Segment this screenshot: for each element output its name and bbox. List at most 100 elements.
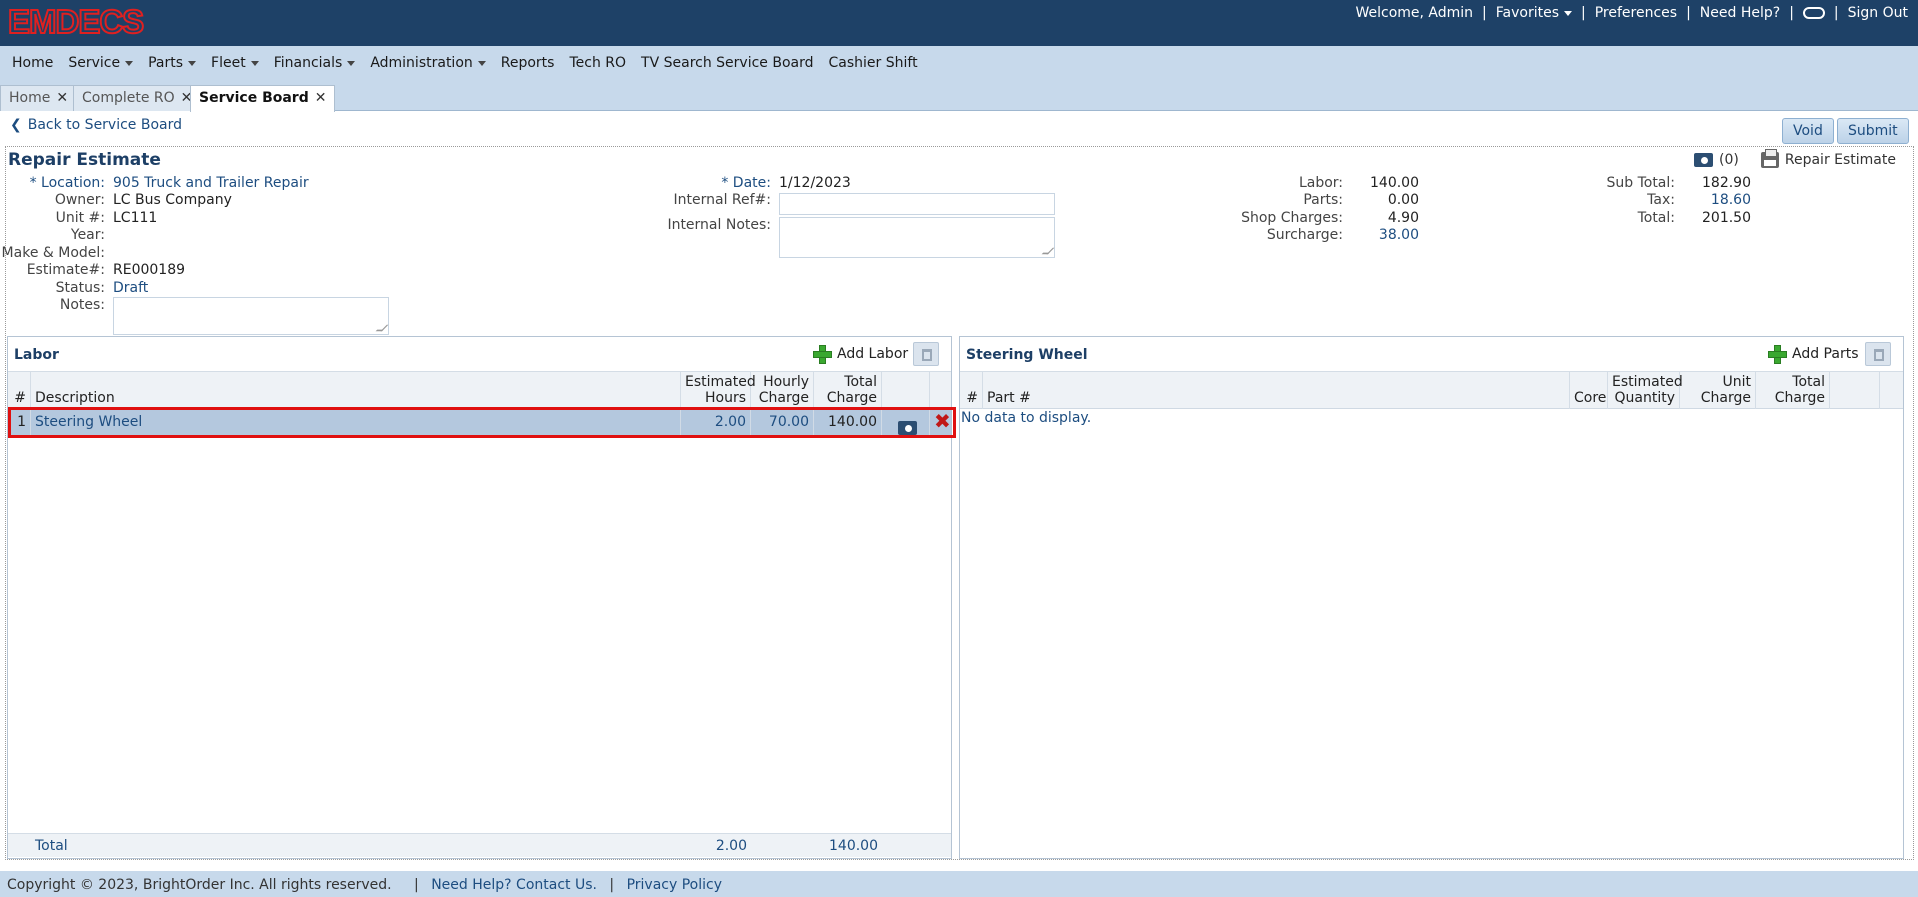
nav-item-service[interactable]: Service [68,55,134,71]
col-core[interactable]: Core [1570,372,1608,409]
top-links: Welcome, Admin | Favorites | Preferences… [1355,5,1908,21]
notes-label: Notes: [59,297,105,313]
nav-item-home[interactable]: Home [12,55,53,71]
plus-icon [1768,345,1787,364]
footer: Copyright © 2023, BrightOrder Inc. All r… [0,871,1918,897]
tab-home[interactable]: Home ✕ [0,85,78,111]
labor-total-row: Total 2.00 140.00 [8,833,951,857]
status-indicator-icon[interactable] [1802,7,1825,19]
void-button[interactable]: Void [1782,118,1834,144]
welcome-text: Welcome, Admin [1355,5,1474,21]
col-total-charge[interactable]: Total Charge [814,372,882,409]
total-label: Total: [1637,210,1675,226]
col-num: # [960,372,983,409]
nav-item-tech-ro[interactable]: Tech RO [569,55,626,71]
tax-label: Tax: [1647,192,1675,208]
print-icon[interactable] [1760,149,1779,168]
col-description[interactable]: Description [31,372,681,409]
internal-ref-label: Internal Ref#: [673,192,772,208]
nav-item-cashier-shift[interactable]: Cashier Shift [829,55,918,71]
shop-charges-value: 4.90 [1387,210,1419,226]
col-estimated-hours[interactable]: Estimated Hours [681,372,756,409]
chevron-down-icon [347,60,356,66]
surcharge-value[interactable]: 38.00 [1379,227,1419,243]
copyright-text: Copyright © 2023, BrightOrder Inc. All r… [7,877,392,893]
plus-icon [813,345,832,364]
add-parts-button[interactable]: Add Parts [1768,345,1859,364]
status-value: Draft [113,280,149,296]
col-unit-charge[interactable]: Unit Charge [1680,372,1756,409]
date-value: 1/12/2023 [779,175,851,191]
favorites-menu[interactable]: Favorites [1496,5,1573,21]
header-tools: (0) Repair Estimate [1694,149,1896,168]
owner-label: Owner: [54,192,105,208]
nav-item-administration[interactable]: Administration [370,55,486,71]
parts-grid-header: # Part # Core Estimated Quantity Unit Char… [960,371,1903,409]
tax-value[interactable]: 18.60 [1711,192,1751,208]
total-hours: 2.00 [715,838,747,854]
close-icon[interactable]: ✕ [315,90,327,106]
nav-item-tv-search-service-board[interactable]: TV Search Service Board [641,55,813,71]
labor-summary-value: 140.00 [1370,175,1419,191]
notes-field[interactable] [113,297,389,335]
unit-label: Unit #: [55,210,105,226]
selection-highlight [8,407,956,438]
tab-service-board[interactable]: Service Board ✕ [190,85,336,112]
labor-grid-header: # Description Estimated Hours Hourly Charg… [8,371,951,409]
parts-panel-title: Steering Wheel [966,347,1088,363]
col-estimated-quantity[interactable]: Estimated Quantity [1608,372,1683,409]
col-num: # [8,372,31,409]
total-charge: 140.00 [829,838,878,854]
nav-item-financials[interactable]: Financials [274,55,356,71]
delete-labor-button[interactable] [913,342,939,366]
add-labor-button[interactable]: Add Labor [813,345,908,364]
delete-parts-button[interactable] [1865,342,1891,366]
top-header-bar: EMDECS Welcome, Admin | Favorites | Pref… [0,0,1918,46]
location-value[interactable]: 905 Truck and Trailer Repair [113,175,309,191]
subtotal-value: 182.90 [1702,175,1751,191]
contact-us-link[interactable]: Need Help? Contact Us. [431,877,597,893]
submit-button[interactable]: Submit [1837,118,1909,144]
labor-summary-label: Labor: [1298,175,1343,191]
tab-complete-ro[interactable]: Complete RO ✕ [73,85,202,111]
estimate-number-label: Estimate#: [26,262,105,278]
internal-ref-input[interactable] [779,193,1055,215]
col-part-number[interactable]: Part # [983,372,1570,409]
chevron-down-icon [477,60,486,66]
nav-item-parts[interactable]: Parts [148,55,197,71]
back-to-service-board-link[interactable]: ❮ Back to Service Board [10,117,182,133]
estimate-number-value: RE000189 [113,262,186,278]
internal-notes-field[interactable] [779,217,1055,258]
close-icon[interactable]: ✕ [56,90,68,106]
preferences-link[interactable]: Preferences [1595,5,1677,21]
app-logo: EMDECS [7,3,145,41]
total-row-label: Total [35,838,68,854]
print-estimate-link[interactable]: Repair Estimate [1785,152,1896,168]
total-value: 201.50 [1702,210,1751,226]
nav-item-fleet[interactable]: Fleet [211,55,259,71]
tab-strip: Home ✕ Complete RO ✕ Service Board ✕ [0,80,1918,112]
chevron-down-icon [250,60,259,66]
surcharge-label: Surcharge: [1266,227,1343,243]
status-label: Status: [55,280,105,296]
chevron-down-icon [125,60,134,66]
trash-icon [922,349,932,361]
page-title: Repair Estimate [8,150,161,170]
trash-icon [1874,349,1884,361]
main-nav: Home Service Parts Fleet Financials Administr… [0,46,1918,80]
labor-panel: Labor Add Labor # Description Estimated H… [7,336,956,859]
resize-handle-icon[interactable] [375,324,389,332]
nav-item-reports[interactable]: Reports [501,55,555,71]
camera-icon[interactable] [1694,153,1714,167]
chevron-down-icon [1564,10,1573,16]
photo-count: (0) [1719,152,1739,168]
col-hourly-charge[interactable]: Hourly Charge [751,372,814,409]
need-help-link[interactable]: Need Help? [1700,5,1780,21]
labor-panel-title: Labor [14,347,59,363]
owner-value: LC Bus Company [113,192,232,208]
col-total-charge[interactable]: Total Charge [1756,372,1830,409]
parts-panel: Steering Wheel Add Parts # Part # Core E… [959,336,1904,859]
resize-handle-icon[interactable] [1041,247,1055,255]
sign-out-link[interactable]: Sign Out [1848,5,1908,21]
privacy-policy-link[interactable]: Privacy Policy [627,877,722,893]
